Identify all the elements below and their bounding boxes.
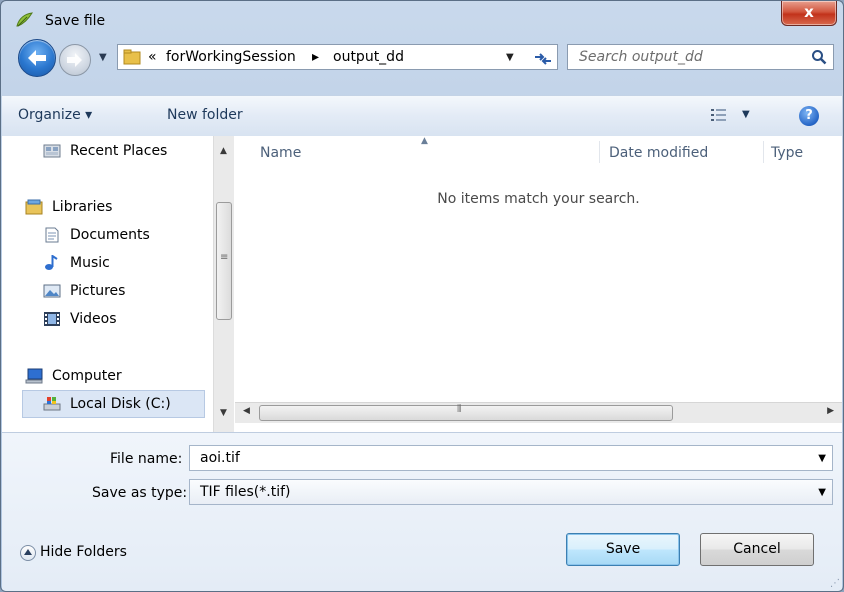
file-name-value[interactable]: aoi.tif: [200, 450, 240, 466]
sidebar-item-label: Pictures: [70, 283, 126, 299]
back-arrow-icon: [28, 50, 46, 66]
views-icon[interactable]: [710, 107, 728, 123]
videos-icon: [44, 312, 60, 326]
sort-ascending-icon: ▲: [421, 136, 428, 146]
column-separator[interactable]: [599, 141, 600, 163]
help-icon[interactable]: ?: [799, 106, 819, 126]
navigation-pane[interactable]: Recent Places Libraries Documents Music …: [2, 136, 213, 432]
scroll-down-icon[interactable]: ▼: [220, 408, 227, 418]
documents-icon: [45, 227, 59, 243]
pictures-icon: [43, 284, 61, 298]
local-disk-icon: [43, 397, 61, 411]
organize-button[interactable]: Organize ▾: [18, 107, 92, 123]
file-name-dropdown-icon[interactable]: ▼: [818, 453, 826, 464]
recent-locations-dropdown-icon[interactable]: ▼: [99, 52, 107, 63]
search-input[interactable]: Search output_dd: [579, 49, 703, 65]
scroll-grip-icon: ⦀: [457, 404, 462, 415]
cancel-button[interactable]: Cancel: [700, 533, 814, 566]
scrollbar-thumb[interactable]: [259, 405, 673, 421]
file-list[interactable]: ▲ Name Date modified Type No items match…: [235, 136, 842, 432]
save-type-value: TIF files(*.tif): [200, 484, 291, 500]
close-icon: x: [804, 3, 814, 21]
sidebar-item-label: Recent Places: [70, 143, 168, 159]
file-name-field[interactable]: aoi.tif ▼: [189, 445, 833, 471]
sidebar-item-label: Videos: [70, 311, 117, 327]
sidebar-item-label: Local Disk (C:): [70, 396, 171, 412]
back-button[interactable]: [18, 39, 56, 77]
app-leaf-icon: [16, 12, 33, 27]
search-box[interactable]: Search output_dd: [567, 44, 834, 70]
file-name-label: File name:: [110, 451, 183, 467]
sidebar-item-label: Documents: [70, 227, 150, 243]
save-form-panel: File name: aoi.tif ▼ Save as type: TIF f…: [2, 432, 842, 591]
scroll-left-icon[interactable]: ◀: [243, 406, 250, 416]
window-title: Save file: [45, 13, 106, 29]
column-header-date-modified[interactable]: Date modified: [609, 145, 708, 161]
scroll-up-icon[interactable]: ▲: [220, 146, 227, 156]
sidebar-item-label: Libraries: [52, 199, 113, 215]
save-type-dropdown-icon[interactable]: ▼: [818, 487, 826, 498]
empty-message: No items match your search.: [437, 191, 640, 207]
save-file-dialog: Save file x ▼ « forWorkingSession ▸ outp…: [0, 0, 844, 592]
address-bar[interactable]: « forWorkingSession ▸ output_dd ▼: [117, 44, 558, 70]
breadcrumb-output_dd[interactable]: output_dd: [333, 49, 404, 65]
scroll-grip-icon: ≡: [220, 252, 229, 263]
close-button[interactable]: x: [781, 1, 837, 26]
file-list-horizontal-scrollbar[interactable]: ◀ ⦀ ▶: [235, 402, 842, 423]
column-header-type[interactable]: Type: [771, 145, 803, 161]
save-type-select[interactable]: TIF files(*.tif) ▼: [189, 479, 833, 505]
forward-arrow-icon: [67, 53, 82, 67]
views-dropdown-icon[interactable]: ▼: [742, 109, 750, 120]
sidebar-item-label: Computer: [52, 368, 122, 384]
column-header-name[interactable]: Name: [260, 145, 301, 161]
command-toolbar: Organize ▾ New folder ▼ ?: [2, 95, 842, 137]
breadcrumb-separator-icon[interactable]: ▸: [312, 49, 319, 65]
column-separator[interactable]: [763, 141, 764, 163]
sidebar-item-label: Music: [70, 255, 110, 271]
new-folder-button[interactable]: New folder: [167, 107, 243, 123]
forward-button[interactable]: [59, 44, 91, 76]
music-icon: [45, 255, 58, 270]
save-type-label: Save as type:: [92, 485, 188, 501]
title-bar[interactable]: Save file x: [1, 1, 843, 35]
computer-icon: [25, 368, 43, 384]
recent-places-icon: [43, 144, 61, 158]
save-button[interactable]: Save: [566, 533, 680, 566]
address-dropdown-icon[interactable]: ▼: [506, 52, 514, 63]
breadcrumb-overflow[interactable]: «: [148, 49, 157, 65]
folder-icon: [123, 49, 141, 65]
dialog-body: Recent Places Libraries Documents Music …: [2, 136, 842, 432]
hide-folders-button[interactable]: Hide Folders: [40, 544, 127, 560]
navigation-bar: ▼ « forWorkingSession ▸ output_dd ▼ Sear…: [1, 39, 843, 77]
hide-folders-icon[interactable]: [20, 545, 36, 561]
scroll-right-icon[interactable]: ▶: [827, 406, 834, 416]
refresh-icon[interactable]: [531, 48, 553, 66]
libraries-icon: [25, 199, 43, 215]
resize-grip-icon[interactable]: ⋰: [830, 578, 840, 589]
sidebar-vertical-scrollbar[interactable]: ▲ ≡ ▼: [213, 136, 234, 432]
search-icon[interactable]: [811, 49, 827, 65]
breadcrumb-forWorkingSession[interactable]: forWorkingSession: [166, 49, 296, 65]
